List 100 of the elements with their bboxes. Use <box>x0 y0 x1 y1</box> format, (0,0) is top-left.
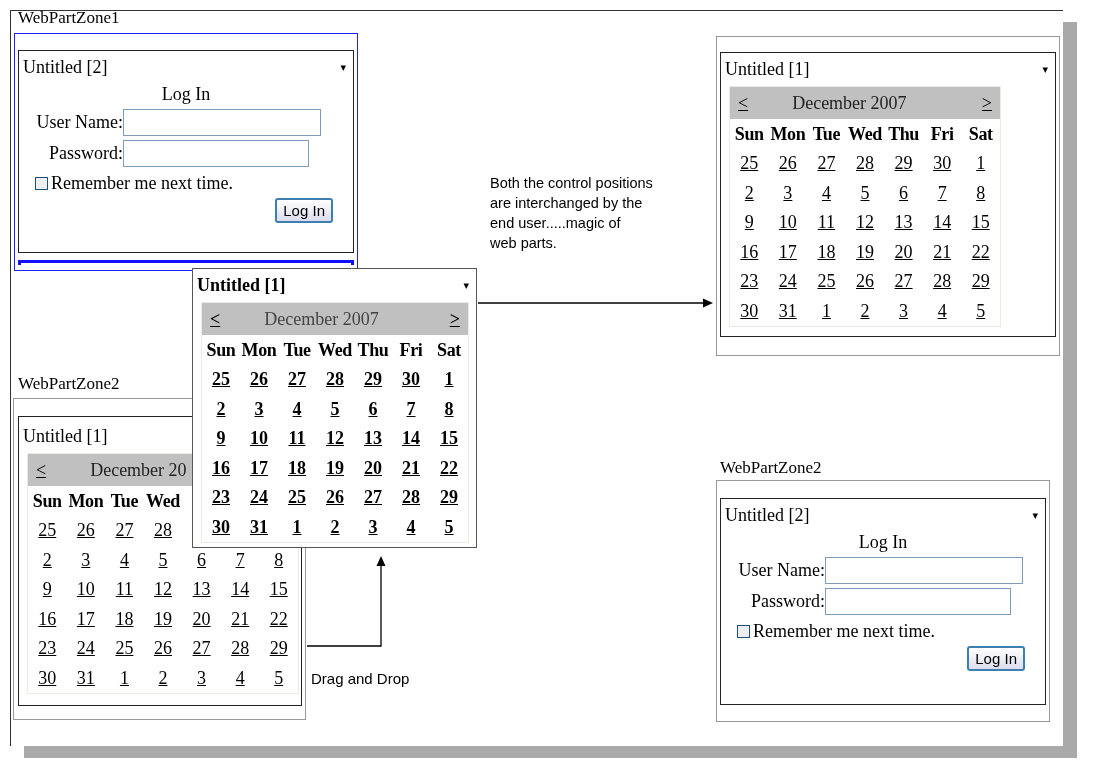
day-link[interactable]: 30 <box>740 300 759 321</box>
day-link[interactable]: 8 <box>444 398 454 419</box>
day-link[interactable]: 17 <box>778 241 797 262</box>
day-link[interactable]: 5 <box>444 516 454 537</box>
day-link[interactable]: 23 <box>212 487 230 507</box>
day-link[interactable]: 27 <box>115 520 134 540</box>
day-link[interactable]: 26 <box>856 271 874 291</box>
login-button[interactable]: Log In <box>275 198 333 223</box>
day-link[interactable]: 13 <box>192 579 211 599</box>
day-link[interactable]: 2 <box>158 667 168 688</box>
day-link[interactable]: 28 <box>933 271 952 291</box>
day-link[interactable]: 3 <box>899 300 909 321</box>
day-link[interactable]: 26 <box>778 153 797 173</box>
next-month-link[interactable]: > <box>449 308 460 330</box>
day-link[interactable]: 3 <box>783 182 793 203</box>
day-link[interactable]: 25 <box>38 520 57 540</box>
day-link[interactable]: 5 <box>330 398 340 419</box>
day-link[interactable]: 10 <box>250 428 268 448</box>
day-link[interactable]: 22 <box>440 457 458 478</box>
checkbox[interactable] <box>35 177 48 190</box>
day-link[interactable]: 9 <box>744 212 754 232</box>
day-link[interactable]: 15 <box>440 428 458 448</box>
login-button[interactable]: Log In <box>967 646 1025 671</box>
input-field[interactable] <box>825 588 1011 615</box>
day-link[interactable]: 1 <box>976 153 986 173</box>
day-link[interactable]: 24 <box>76 638 95 658</box>
day-link[interactable]: 20 <box>192 608 211 629</box>
day-link[interactable]: 11 <box>115 579 134 599</box>
day-link[interactable]: 10 <box>778 212 797 232</box>
day-link[interactable]: 15 <box>269 579 288 599</box>
day-link[interactable]: 14 <box>933 212 952 232</box>
day-link[interactable]: 4 <box>821 182 831 203</box>
previous-month-link[interactable]: < <box>210 308 221 330</box>
day-link[interactable]: 1 <box>444 369 454 389</box>
day-link[interactable]: 27 <box>364 487 382 507</box>
day-link[interactable]: 9 <box>216 428 226 448</box>
next-month-link[interactable]: > <box>981 92 992 114</box>
day-link[interactable]: 12 <box>856 212 874 232</box>
day-link[interactable]: 13 <box>364 428 382 448</box>
day-link[interactable]: 7 <box>406 398 416 419</box>
day-link[interactable]: 23 <box>740 271 759 291</box>
checkbox[interactable] <box>737 625 750 638</box>
day-link[interactable]: 24 <box>778 271 797 291</box>
day-link[interactable]: 18 <box>115 608 134 629</box>
menu-caret[interactable]: ▾ <box>1042 62 1048 76</box>
day-link[interactable]: 25 <box>817 271 836 291</box>
day-link[interactable]: 5 <box>860 182 870 203</box>
day-link[interactable]: 19 <box>856 241 874 262</box>
day-link[interactable]: 23 <box>38 638 57 658</box>
day-link[interactable]: 28 <box>402 487 420 507</box>
day-link[interactable]: 21 <box>402 457 420 478</box>
day-link[interactable]: 8 <box>274 549 284 570</box>
day-link[interactable]: 2 <box>216 398 226 419</box>
day-link[interactable]: 3 <box>254 398 264 419</box>
day-link[interactable]: 31 <box>250 516 268 537</box>
day-link[interactable]: 28 <box>154 520 172 540</box>
day-link[interactable]: 7 <box>937 182 947 203</box>
dragged-web-part-overlay[interactable]: Untitled [1] ▾ < December 2007 > Sun Mon Tue Wed Thu Fri Sat 25 26 27 28 29 30 1 2 3 4 5 6 7 8 9 10 11 12 13 14 15 16 17 18 19 20 21 22 23 24 25 26 27 28 29 30 31 1 2 3 4 5 <box>192 268 477 548</box>
day-link[interactable]: 4 <box>235 667 245 688</box>
day-link[interactable]: 4 <box>119 549 129 570</box>
menu-caret[interactable]: ▾ <box>463 278 469 292</box>
day-link[interactable]: 2 <box>744 182 754 203</box>
day-link[interactable]: 16 <box>38 608 57 629</box>
day-link[interactable]: 27 <box>817 153 836 173</box>
day-link[interactable]: 2 <box>860 300 870 321</box>
day-link[interactable]: 14 <box>402 428 420 448</box>
day-link[interactable]: 5 <box>274 667 284 688</box>
day-link[interactable]: 9 <box>42 579 52 599</box>
day-link[interactable]: 2 <box>42 549 52 570</box>
day-link[interactable]: 22 <box>971 241 990 262</box>
day-link[interactable]: 22 <box>269 608 288 629</box>
day-link[interactable]: 3 <box>81 549 91 570</box>
day-link[interactable]: 28 <box>231 638 250 658</box>
day-link[interactable]: 5 <box>976 300 986 321</box>
day-link[interactable]: 10 <box>76 579 95 599</box>
previous-month-link[interactable]: < <box>738 92 749 114</box>
day-link[interactable]: 21 <box>231 608 250 629</box>
day-link[interactable]: 12 <box>326 428 344 448</box>
day-link[interactable]: 20 <box>894 241 913 262</box>
day-link[interactable]: 26 <box>154 638 172 658</box>
day-link[interactable]: 30 <box>212 516 230 537</box>
day-link[interactable]: 6 <box>899 182 909 203</box>
day-link[interactable]: 13 <box>894 212 913 232</box>
day-link[interactable]: 6 <box>197 549 207 570</box>
day-link[interactable]: 4 <box>406 516 416 537</box>
day-link[interactable]: 3 <box>368 516 378 537</box>
day-link[interactable]: 27 <box>288 369 306 389</box>
previous-month-link[interactable]: < <box>36 459 47 481</box>
day-link[interactable]: 29 <box>894 153 913 173</box>
day-link[interactable]: 1 <box>292 516 302 537</box>
day-link[interactable]: 29 <box>269 638 288 658</box>
day-link[interactable]: 6 <box>368 398 378 419</box>
day-link[interactable]: 2 <box>330 516 340 537</box>
web-part[interactable]: Untitled [2] ▾ Log In User Name: Password: Remember me next time. Log In <box>720 498 1046 705</box>
day-link[interactable]: 17 <box>250 457 268 478</box>
menu-caret[interactable]: ▾ <box>340 60 346 74</box>
day-link[interactable]: 21 <box>933 241 952 262</box>
web-part[interactable]: Untitled [2] ▾ Log In User Name: Password: Remember me next time. Log In <box>18 50 354 253</box>
day-link[interactable]: 29 <box>364 369 382 389</box>
day-link[interactable]: 29 <box>971 271 990 291</box>
